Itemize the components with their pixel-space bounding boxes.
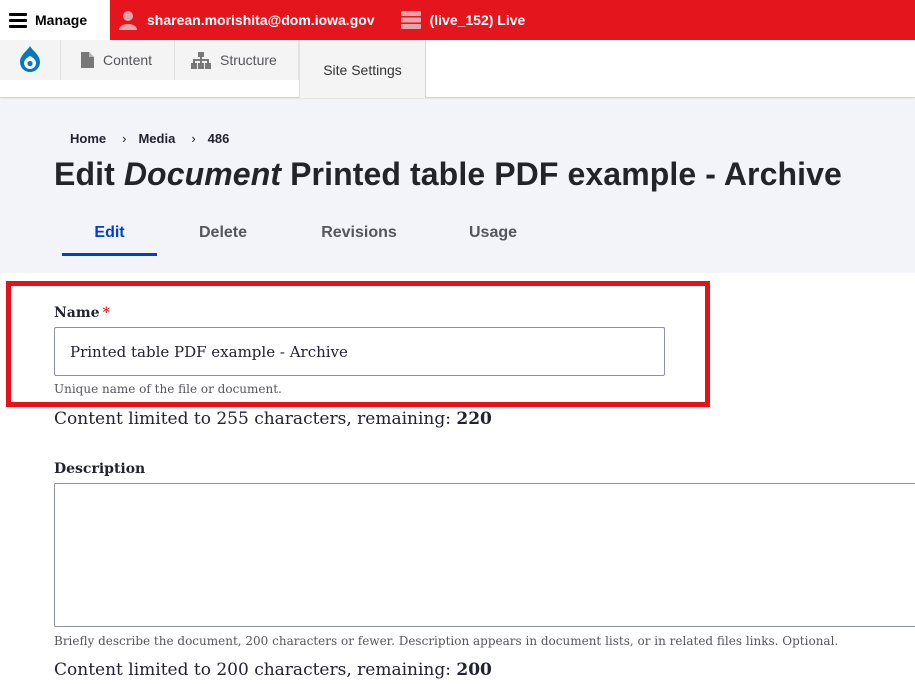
tab-edit[interactable]: Edit bbox=[62, 218, 157, 256]
name-counter-value: 220 bbox=[456, 409, 492, 429]
tray-content-label: Content bbox=[103, 52, 153, 68]
admin-toolbar: Manage sharean.morishita@dom.iowa.gov (l… bbox=[0, 0, 915, 40]
tab-usage[interactable]: Usage bbox=[429, 218, 557, 256]
breadcrumb-media[interactable]: Media bbox=[138, 131, 175, 146]
breadcrumb-separator: › bbox=[191, 131, 196, 146]
name-field-description: Unique name of the file or document. bbox=[54, 382, 282, 396]
local-tasks-tabs: Edit Delete Revisions Usage bbox=[62, 218, 557, 256]
page-title-type: Document bbox=[123, 156, 282, 192]
server-icon bbox=[400, 11, 421, 29]
name-character-counter: Content limited to 255 characters, remai… bbox=[54, 409, 492, 429]
page-title-name: Printed table PDF example - Archive bbox=[290, 156, 842, 192]
drupal-logo-icon bbox=[18, 45, 42, 76]
page-header: Home › Media › 486 Edit Document Printed… bbox=[0, 99, 915, 273]
tray-item-structure[interactable]: Structure bbox=[175, 40, 299, 80]
user-icon bbox=[118, 10, 138, 30]
tray-item-content[interactable]: Content bbox=[61, 40, 175, 80]
breadcrumb: Home › Media › 486 bbox=[70, 131, 229, 146]
breadcrumb-separator: › bbox=[122, 131, 127, 146]
environment-indicator[interactable]: (live_152) Live bbox=[400, 0, 526, 40]
description-character-counter: Content limited to 200 characters, remai… bbox=[54, 660, 492, 680]
breadcrumb-current[interactable]: 486 bbox=[208, 131, 230, 146]
manage-button[interactable]: Manage bbox=[0, 0, 110, 40]
hamburger-icon bbox=[9, 12, 27, 28]
tray-site-settings-label: Site Settings bbox=[323, 62, 402, 78]
tab-delete[interactable]: Delete bbox=[157, 218, 289, 256]
description-field-help: Briefly describe the document, 200 chara… bbox=[54, 634, 839, 648]
required-marker: * bbox=[102, 305, 110, 321]
document-icon bbox=[81, 52, 94, 68]
manage-label: Manage bbox=[35, 12, 88, 28]
tray-item-site-settings[interactable]: Site Settings bbox=[299, 40, 426, 98]
name-label-text: Name bbox=[54, 305, 100, 321]
name-input[interactable] bbox=[54, 327, 665, 376]
user-menu-button[interactable]: sharean.morishita@dom.iowa.gov bbox=[118, 0, 375, 40]
description-field-label: Description bbox=[54, 461, 146, 477]
name-counter-text: Content limited to 255 characters, remai… bbox=[54, 409, 457, 429]
description-counter-value: 200 bbox=[456, 660, 492, 680]
drupal-home-link[interactable] bbox=[0, 40, 61, 80]
page-title: Edit Document Printed table PDF example … bbox=[54, 156, 842, 193]
tab-revisions[interactable]: Revisions bbox=[289, 218, 429, 256]
tray-structure-label: Structure bbox=[220, 52, 277, 68]
page-title-prefix: Edit bbox=[54, 156, 115, 192]
description-textarea[interactable] bbox=[54, 483, 915, 627]
sitemap-icon bbox=[191, 51, 211, 69]
environment-label: (live_152) Live bbox=[429, 12, 526, 28]
admin-tray: Content Structure Site Settings bbox=[0, 40, 915, 98]
breadcrumb-home[interactable]: Home bbox=[70, 131, 106, 146]
user-label: sharean.morishita@dom.iowa.gov bbox=[147, 12, 375, 28]
description-counter-text: Content limited to 200 characters, remai… bbox=[54, 660, 457, 680]
name-field-label: Name * bbox=[54, 305, 110, 321]
